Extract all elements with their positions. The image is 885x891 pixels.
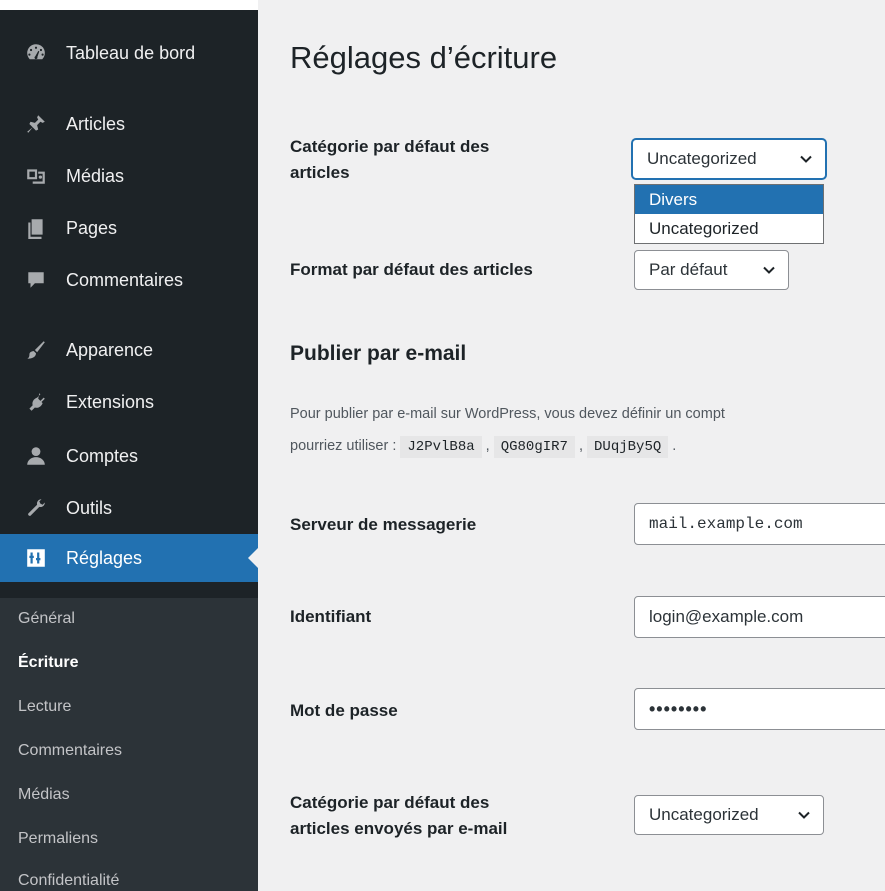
comment-icon: [24, 268, 48, 292]
chevron-down-icon: [800, 155, 812, 163]
menu-item-tools[interactable]: Outils: [0, 484, 258, 532]
users-icon: [24, 444, 48, 468]
email-section-heading: Publier par e-mail: [290, 342, 467, 365]
category-dropdown-list: Divers Uncategorized: [634, 184, 824, 244]
email-category-label: Catégorie par défaut des articles envoyé…: [290, 790, 507, 842]
submenu-general[interactable]: Général: [18, 610, 75, 628]
select-value: Par défaut: [649, 260, 728, 279]
menu-item-dashboard[interactable]: Tableau de bord: [0, 29, 258, 77]
plugin-icon: [24, 390, 48, 414]
chevron-down-icon: [798, 811, 810, 819]
default-format-select[interactable]: Par défaut: [634, 250, 789, 290]
menu-label: Outils: [66, 497, 113, 518]
dashboard-icon: [24, 41, 48, 65]
random-code: J2PvlB8a: [400, 436, 482, 458]
label-line: Catégorie par défaut des: [290, 793, 490, 812]
brush-icon: [24, 338, 48, 362]
pages-icon: [24, 216, 48, 240]
menu-item-comments[interactable]: Commentaires: [0, 256, 258, 304]
random-code: QG80gIR7: [493, 436, 575, 458]
dropdown-option[interactable]: Divers: [635, 185, 823, 214]
pin-icon: [24, 112, 48, 136]
menu-label: Pages: [66, 217, 118, 238]
label-line: articles envoyés par e-mail: [290, 819, 508, 838]
menu-item-appearance[interactable]: Apparence: [0, 326, 258, 374]
label-line: articles: [290, 163, 350, 182]
submenu-media[interactable]: Médias: [18, 786, 70, 804]
password-input[interactable]: ••••••••: [634, 688, 885, 730]
email-description: Pour publier par e-mail sur WordPress, v…: [290, 398, 885, 463]
default-category-label: Catégorie par défaut des articles: [290, 134, 489, 186]
settings-icon: [24, 546, 48, 570]
settings-main: Réglages d’écriture Catégorie par défaut…: [258, 0, 885, 891]
login-input[interactable]: login@example.com: [634, 596, 885, 638]
submenu-reading[interactable]: Lecture: [18, 698, 71, 716]
menu-item-users[interactable]: Comptes: [0, 432, 258, 480]
menu-label: Articles: [66, 113, 126, 134]
menu-label: Commentaires: [66, 269, 184, 290]
submenu-writing[interactable]: Écriture: [18, 654, 78, 672]
submenu-discussion[interactable]: Commentaires: [18, 742, 122, 760]
dropdown-option[interactable]: Uncategorized: [635, 214, 823, 243]
mail-server-label: Serveur de messagerie: [290, 515, 477, 534]
default-category-select[interactable]: Uncategorized: [632, 139, 826, 179]
media-icon: [24, 164, 48, 188]
menu-item-medias[interactable]: Médias: [0, 152, 258, 200]
menu-item-settings[interactable]: Réglages: [0, 534, 258, 582]
label-line: Catégorie par défaut des: [290, 137, 490, 156]
active-arrow: [248, 548, 258, 568]
settings-submenu: Général Écriture Lecture Commentaires Mé…: [0, 598, 258, 891]
admin-sidebar: Tableau de bord Articles Médias Pages Co…: [0, 0, 258, 891]
menu-label: Réglages: [66, 547, 143, 568]
select-value: Uncategorized: [649, 805, 759, 824]
default-format-label: Format par défaut des articles: [290, 260, 533, 279]
login-label: Identifiant: [290, 607, 372, 626]
page-title: Réglages d’écriture: [290, 40, 558, 75]
select-value: Uncategorized: [647, 149, 757, 168]
menu-label: Apparence: [66, 339, 154, 360]
password-label: Mot de passe: [290, 701, 398, 720]
submenu-privacy[interactable]: Confidentialité: [18, 872, 119, 890]
chevron-down-icon: [763, 266, 775, 274]
menu-label: Médias: [66, 165, 125, 186]
wrench-icon: [24, 496, 48, 520]
menu-item-pages[interactable]: Pages: [0, 204, 258, 252]
desc-line: pourriez utiliser : J2PvlB8a , QG80gIR7 …: [290, 430, 885, 463]
menu-label: Extensions: [66, 391, 155, 412]
menu-item-articles[interactable]: Articles: [0, 100, 258, 148]
top-strip: [0, 0, 258, 10]
menu-label: Tableau de bord: [66, 42, 196, 63]
mail-server-input[interactable]: mail.example.com: [634, 503, 885, 545]
menu-label: Comptes: [66, 445, 139, 466]
submenu-permalinks[interactable]: Permaliens: [18, 830, 98, 848]
menu-item-plugins[interactable]: Extensions: [0, 378, 258, 426]
random-code: DUqjBy5Q: [587, 436, 669, 458]
email-category-select[interactable]: Uncategorized: [634, 795, 824, 835]
desc-line: Pour publier par e-mail sur WordPress, v…: [290, 406, 725, 422]
desc-prefix: pourriez utiliser :: [290, 438, 397, 454]
